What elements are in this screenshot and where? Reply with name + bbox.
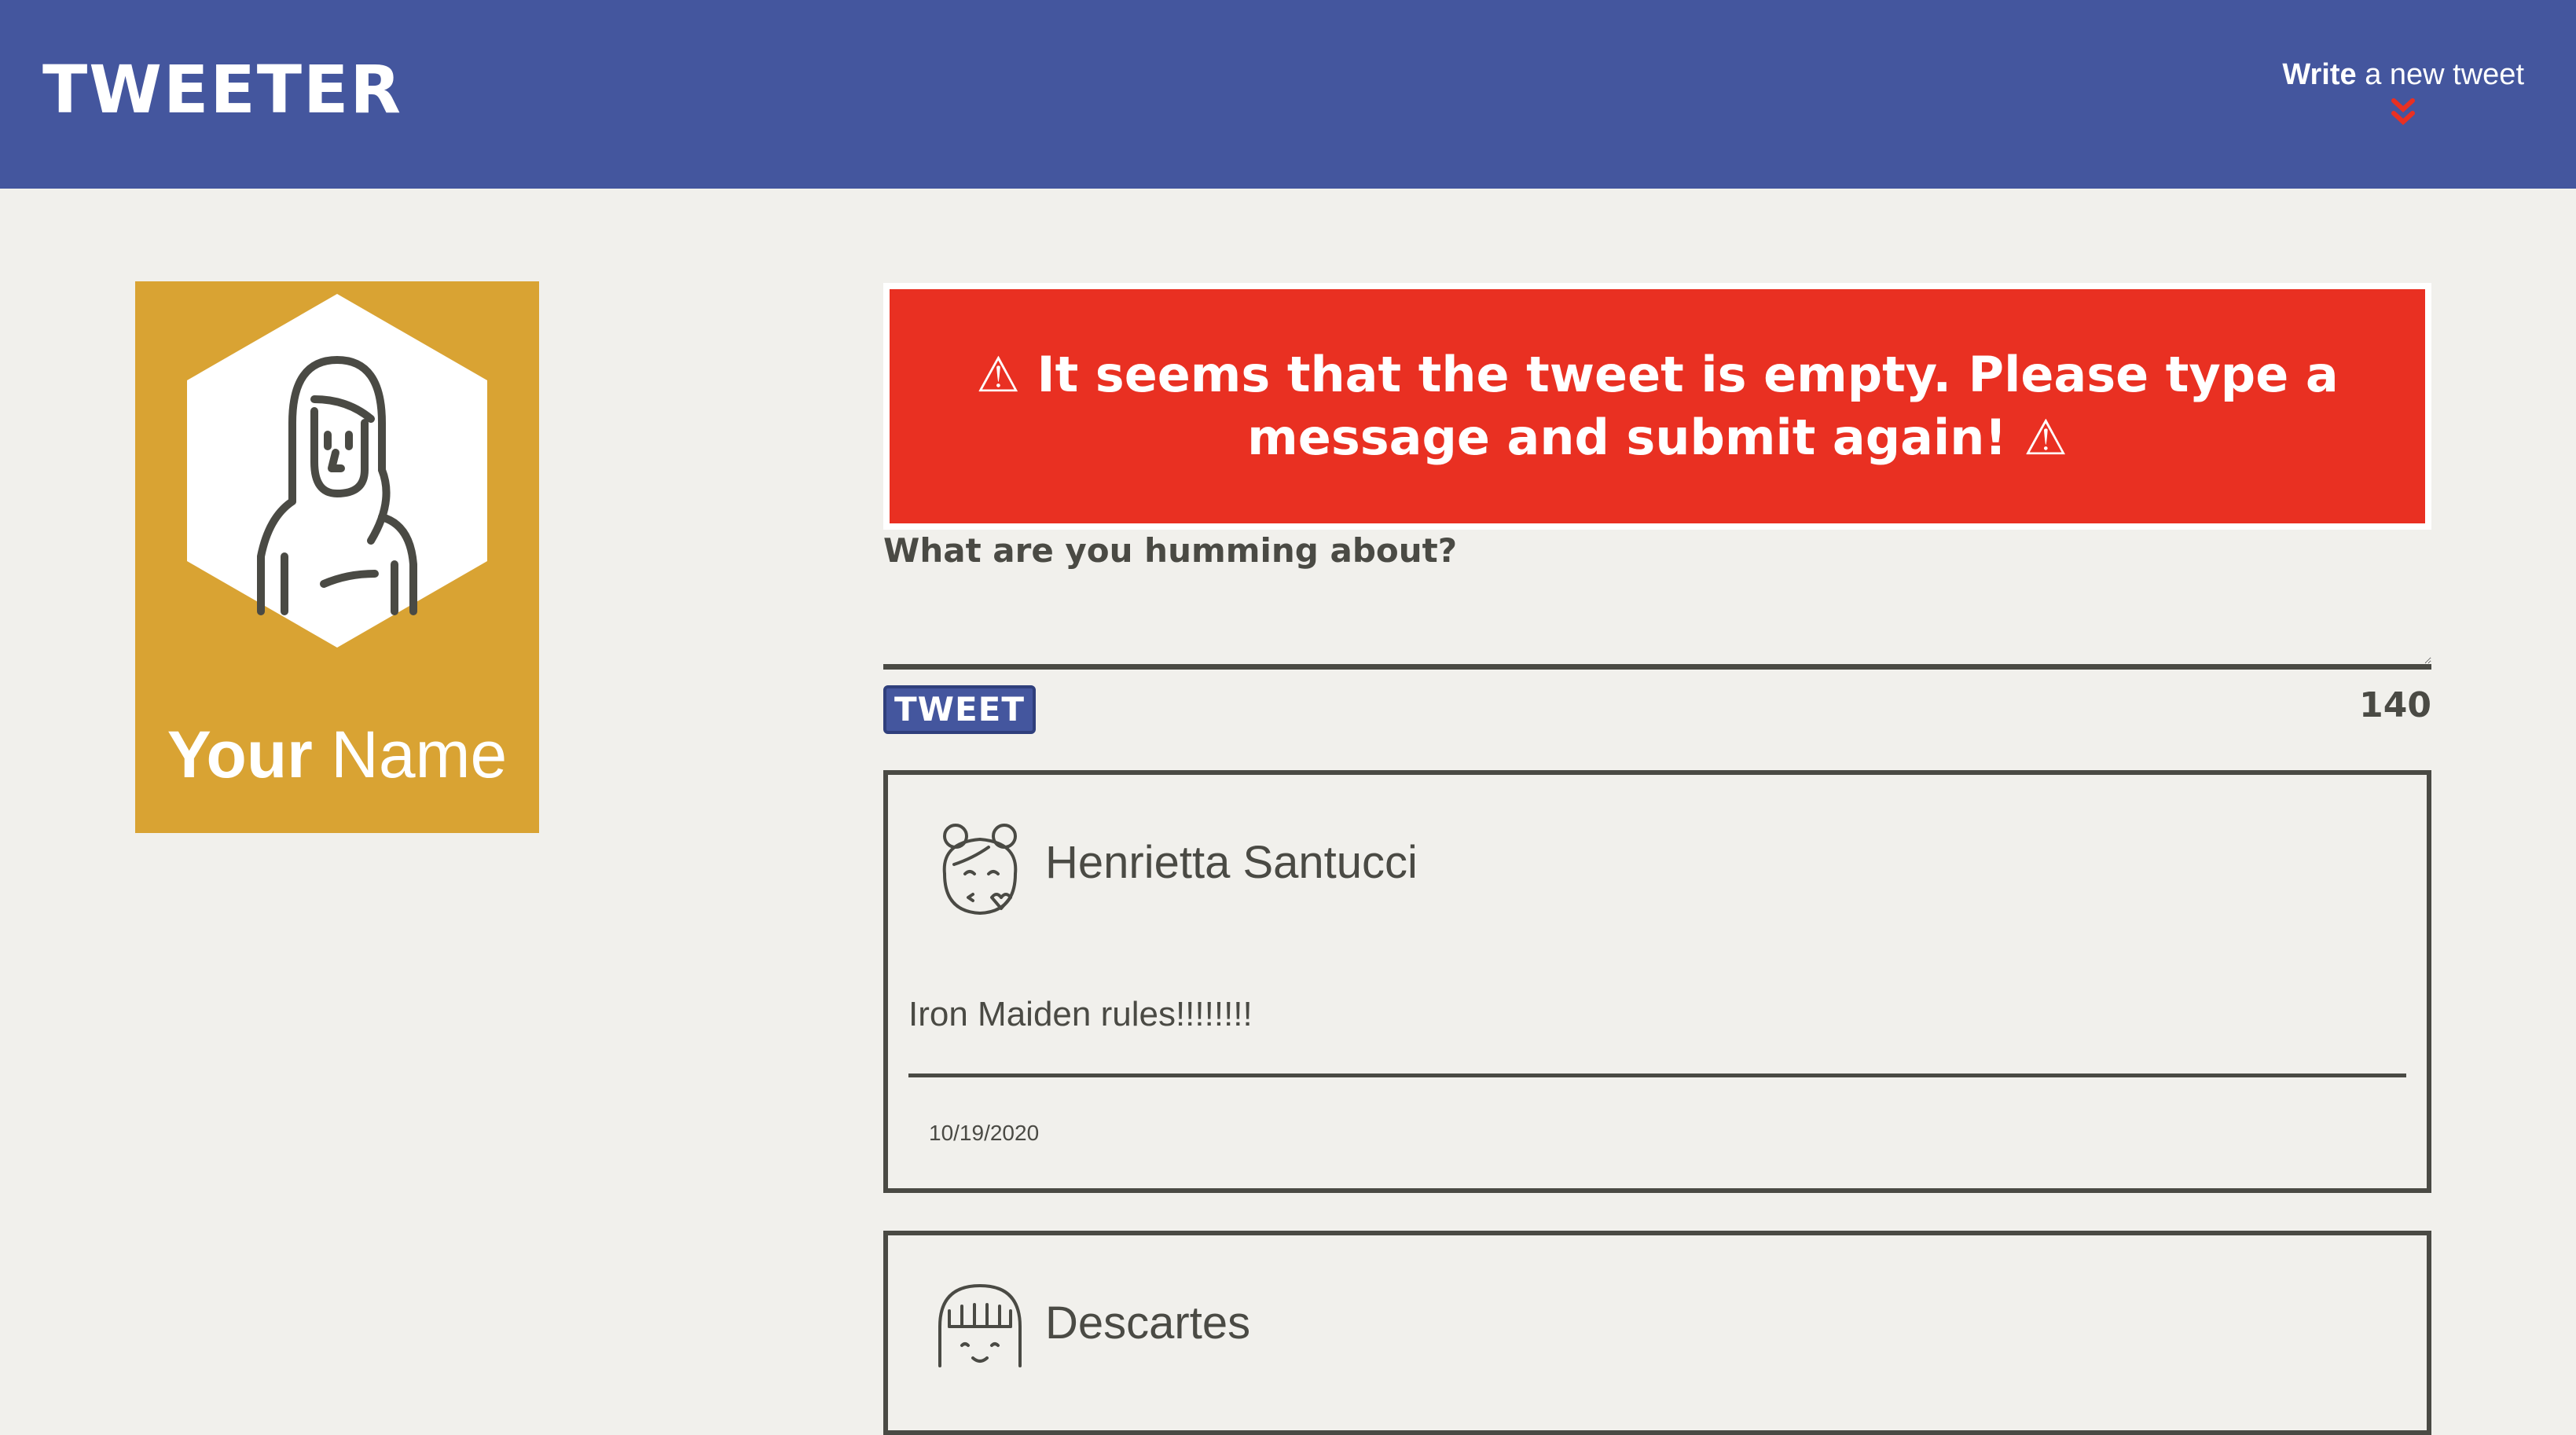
profile-name: Your Name <box>135 721 539 787</box>
tweet-card: Henrietta Santucci Iron Maiden rules!!!!… <box>883 770 2431 1193</box>
bangs-avatar-icon <box>938 1284 1022 1367</box>
write-tweet-toggle[interactable]: Write a new tweet <box>2282 58 2524 127</box>
girl-blowing-kiss-icon <box>942 824 1018 915</box>
tweet-card: Descartes <box>883 1231 2431 1435</box>
compose-label-bold: Write <box>2282 58 2357 91</box>
tweet-divider <box>908 1073 2406 1077</box>
double-chevron-down-icon[interactable] <box>2387 96 2419 127</box>
empty-tweet-error: ⚠ It seems that the tweet is empty. Plea… <box>883 283 2431 530</box>
profile-first-name: Your <box>167 718 313 791</box>
tweet-prompt-label: What are you humming about? <box>883 531 1458 570</box>
profile-last-name: Name <box>312 718 508 791</box>
tweet-author[interactable]: Descartes <box>1045 1297 1250 1349</box>
tweet-text: Iron Maiden rules!!!!!!!! <box>908 995 1253 1033</box>
tweet-author[interactable]: Henrietta Santucci <box>1045 836 1418 889</box>
tweet-textarea[interactable] <box>883 582 2431 670</box>
compose-label-rest: a new tweet <box>2356 58 2524 91</box>
tweet-date: 10/19/2020 <box>929 1121 1040 1145</box>
woman-avatar-icon <box>187 294 487 648</box>
char-counter: 140 <box>2359 685 2431 725</box>
tweet-submit-button[interactable]: TWEET <box>883 685 1036 734</box>
brand-logo[interactable]: TWEETER <box>42 57 402 123</box>
top-nav: TWEETER Write a new tweet <box>0 0 2576 189</box>
profile-card: Your Name <box>135 281 539 833</box>
